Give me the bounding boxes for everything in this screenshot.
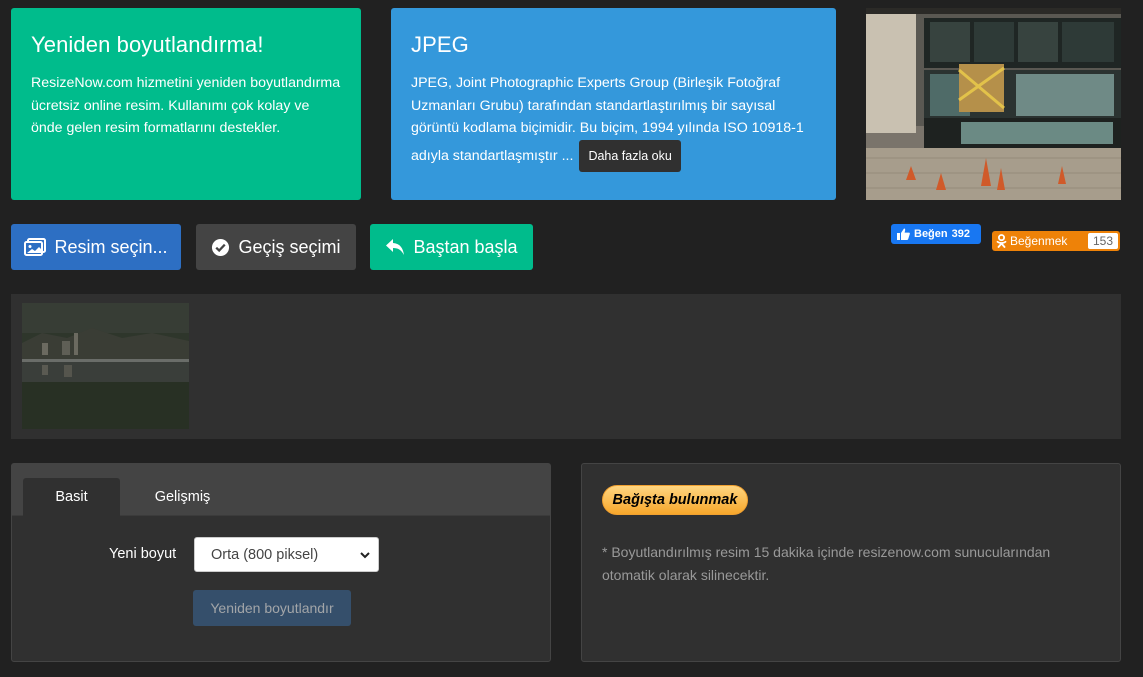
example-photo [866,8,1121,200]
tab-advanced[interactable]: Gelişmiş [120,478,245,516]
restart-button[interactable]: Baştan başla [370,224,533,270]
intro-title: Yeniden boyutlandırma! [31,32,264,57]
donate-button[interactable]: Bağışta bulunmak [602,485,748,515]
settings-tabs: Basit Gelişmiş [12,464,550,516]
check-circle-icon [212,238,230,256]
transition-select-label: Geçiş seçimi [238,236,341,257]
resize-settings-panel: Basit Gelişmiş Yeni boyut Orta (800 piks… [11,463,551,662]
format-text-wrap: JPEG, Joint Photographic Experts Group (… [411,72,816,172]
reply-icon [386,239,405,255]
resize-button[interactable]: Yeniden boyutlandır [193,590,351,626]
facebook-like-count: 392 [951,228,970,240]
chevron-down-icon [360,552,370,559]
info-panel: Bağışta bulunmak * Boyutlandırılmış resi… [581,463,1121,662]
odnoklassniki-like-count: 153 [1087,233,1118,249]
format-title: JPEG [411,32,469,57]
uploaded-image-thumbnail[interactable] [22,303,189,429]
facebook-like-label: Beğen [914,228,948,240]
new-size-value: Orta (800 piksel) [211,546,319,563]
format-card: JPEG JPEG, Joint Photographic Experts Gr… [391,8,836,200]
select-image-label: Resim seçin... [54,236,168,257]
intro-text: ResizeNow.com hizmetini yeniden boyutlan… [31,75,341,136]
tab-basic[interactable]: Basit [23,478,120,516]
images-icon [24,238,47,256]
image-preview-area[interactable] [11,294,1121,439]
odnoklassniki-like-label: Beğenmek [1010,234,1068,248]
facebook-like-button[interactable]: Beğen 392 [891,224,981,244]
select-image-button[interactable]: Resim seçin... [11,224,181,270]
new-size-label: Yeni boyut [109,546,177,562]
read-more-tooltip[interactable]: Daha fazla oku [579,139,681,172]
odnoklassniki-icon [996,234,1007,248]
odnoklassniki-like-button[interactable]: Beğenmek 153 [992,231,1120,251]
transition-select-button[interactable]: Geçiş seçimi [196,224,356,270]
intro-card: Yeniden boyutlandırma! ResizeNow.com hiz… [11,8,361,200]
deletion-note: * Boyutlandırılmış resim 15 dakika içind… [602,544,1051,583]
new-size-select[interactable]: Orta (800 piksel) [194,537,379,572]
restart-label: Baştan başla [413,236,518,257]
thumbs-up-icon [897,228,910,240]
